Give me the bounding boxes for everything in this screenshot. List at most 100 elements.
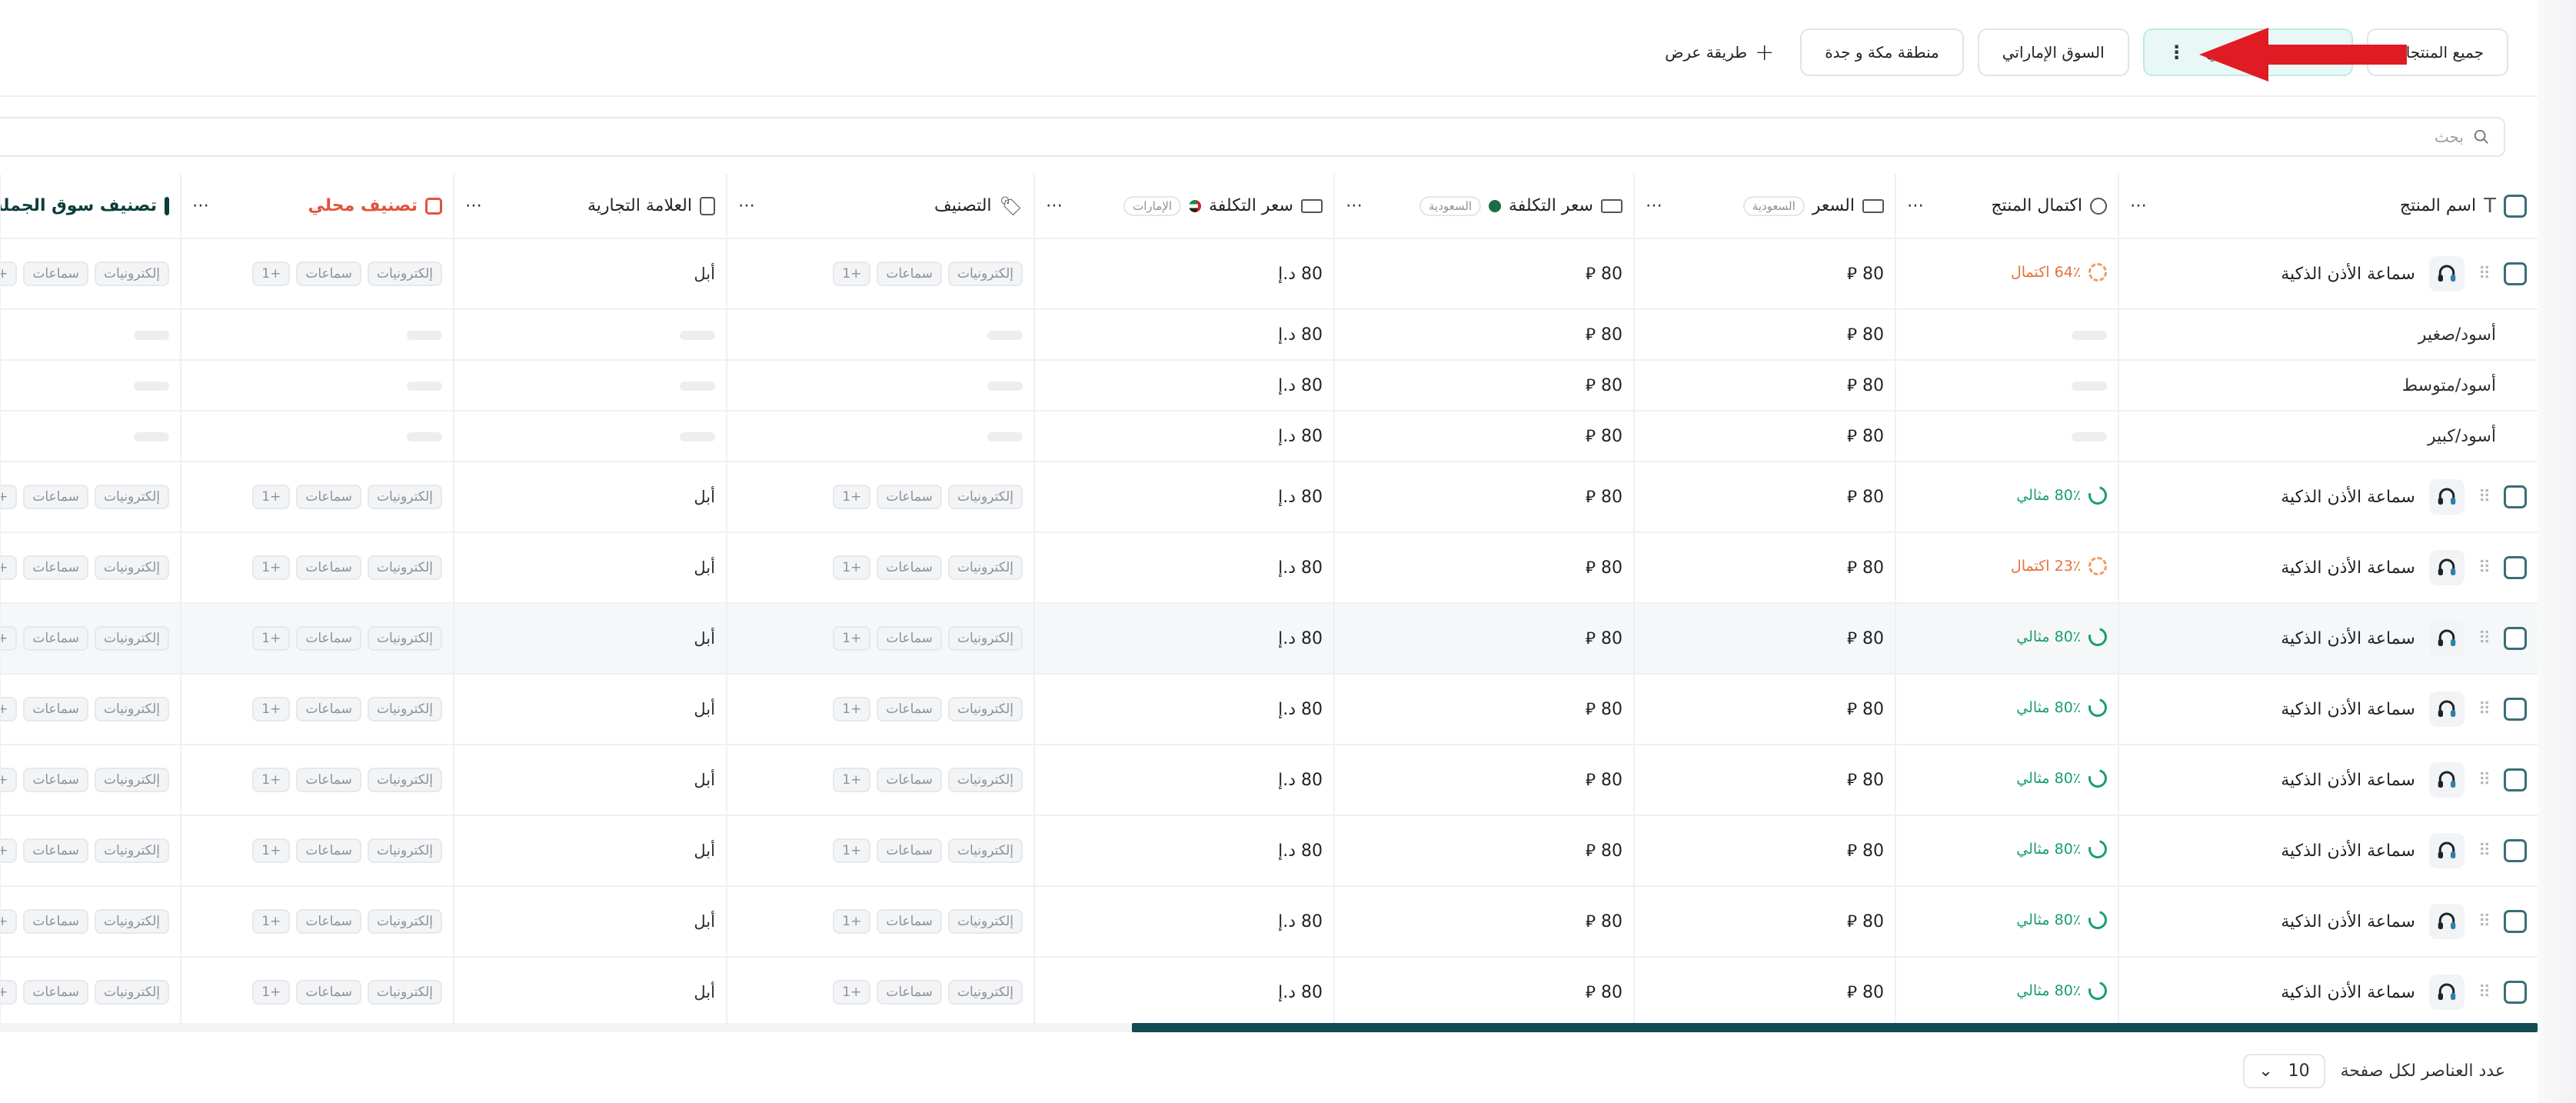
product-name[interactable]: سماعة الأذن الذكية [2281,700,2415,719]
cell-local-category[interactable]: إلكترونياتسماعات+1 [180,462,454,533]
cell-price[interactable]: 80 ⃁ [1633,745,1895,816]
cell-wholesale-category[interactable]: إلكترونياتسماعات+1 [0,462,181,533]
cell-wholesale-category[interactable]: إلكترونياتسماعات+1 [0,815,181,887]
cell-price[interactable]: 80 ⃁ [1633,886,1895,958]
table-row[interactable]: ⠿ سماعة الأذن الذكية 80٪ مثالي 80 ⃁ 80 ⃁ 80 د… [0,603,2538,675]
cell-cost-ae[interactable]: 80 د.إ [1033,309,1334,361]
table-row[interactable]: ⠿ سماعة الأذن الذكية 80٪ مثالي 80 ⃁ 80 ⃁ 80 د… [0,886,2538,958]
cell-cost-ae[interactable]: 80 د.إ [1033,674,1334,745]
cell-category[interactable]: إلكترونياتسماعات+1 [726,462,1034,533]
cell-local-category[interactable]: إلكترونياتسماعات+1 [180,745,454,816]
product-name[interactable]: سماعة الأذن الذكية [2281,912,2415,931]
drag-handle-icon[interactable]: ⠿ [2478,558,2491,578]
chip-more[interactable]: +1 [2,980,18,1005]
select-all-checkbox[interactable] [2504,194,2527,218]
drag-handle-icon[interactable]: ⠿ [2478,983,2491,1002]
cell-cost-sa[interactable]: 80 ⃁ [1333,309,1634,361]
drag-handle-icon[interactable]: ⠿ [2478,629,2491,648]
cell-wholesale-category[interactable]: إلكترونياتسماعات+1 [0,745,181,816]
cell-local-category[interactable]: إلكترونياتسماعات+1 [180,815,454,887]
cell-category[interactable]: إلكترونياتسماعات+1 [726,745,1034,816]
cell-local-category[interactable]: إلكترونياتسماعات+1 [180,957,454,1028]
chip-more[interactable]: +1 [252,262,291,286]
search-input[interactable] [0,127,2465,147]
per-page-select[interactable]: 10 ⌄ [2243,1054,2325,1088]
col-header-cost-sa[interactable]: سعر التكلفة السعودية ⋯ [1333,174,1634,239]
chip-more[interactable]: +1 [252,555,291,580]
cell-category[interactable]: إلكترونياتسماعات+1 [726,674,1034,745]
cell-wholesale-category[interactable]: إلكترونياتسماعات+1 [0,238,181,310]
cell-cost-sa[interactable]: 80 ⃁ [1333,462,1634,533]
cell-cost-ae[interactable]: 80 د.إ [1033,411,1334,462]
chip-more[interactable]: +1 [833,768,871,792]
chip-more[interactable]: +1 [833,697,871,721]
col-header-name[interactable]: T اسم المنتج ⋯ [2118,174,2538,239]
cell-cost-ae[interactable]: 80 د.إ [1033,745,1334,816]
cell-cost-sa[interactable]: 80 ⃁ [1333,674,1634,745]
cell-cost-sa[interactable]: 80 ⃁ [1333,532,1634,604]
table-row[interactable]: ⠿ سماعة الأذن الذكية 80٪ مثالي 80 ⃁ 80 ⃁ 80 د… [0,745,2538,816]
chip-more[interactable]: +1 [252,485,291,509]
horizontal-scrollbar-thumb[interactable] [1132,1023,2538,1032]
row-checkbox[interactable] [2504,698,2527,721]
cell-category[interactable]: إلكترونياتسماعات+1 [726,957,1034,1028]
cell-wholesale-category[interactable]: إلكترونياتسماعات+1 [0,886,181,958]
table-row[interactable]: ⠿ سماعة الأذن الذكية 80٪ مثالي 80 ⃁ 80 ⃁ 80 د… [0,674,2538,745]
row-checkbox[interactable] [2504,910,2527,933]
drag-handle-icon[interactable]: ⠿ [2478,912,2491,931]
chip-more[interactable]: +1 [252,838,291,863]
col-header-wholesale-category[interactable]: تصنيف سوق الجملة ⋯ [0,174,181,239]
product-name[interactable]: سماعة الأذن الذكية [2281,629,2415,648]
table-row[interactable]: ⠿ سماعة الأذن الذكية 80٪ مثالي 80 ⃁ 80 ⃁ 80 د… [0,462,2538,533]
cell-brand[interactable]: أبل [453,886,727,958]
cell-cost-ae[interactable]: 80 د.إ [1033,462,1334,533]
chip-more[interactable]: +1 [833,626,871,651]
variant-row[interactable]: أسود/صغير 80 ⃁ 80 ⃁ 80 د.إ [0,309,2538,361]
row-checkbox[interactable] [2504,839,2527,862]
row-checkbox[interactable] [2504,485,2527,508]
column-menu-icon[interactable]: ⋯ [1646,196,1663,215]
cell-cost-ae[interactable]: 80 د.إ [1033,603,1334,675]
chip-more[interactable]: +1 [833,555,871,580]
cell-brand[interactable]: أبل [453,462,727,533]
chip-more[interactable]: +1 [2,262,18,286]
cell-cost-ae[interactable]: 80 د.إ [1033,238,1334,310]
variant-row[interactable]: أسود/كبير 80 ⃁ 80 ⃁ 80 د.إ [0,411,2538,462]
cell-brand[interactable]: أبل [453,674,727,745]
cell-brand[interactable]: أبل [453,745,727,816]
cell-category[interactable]: إلكترونياتسماعات+1 [726,603,1034,675]
chip-more[interactable]: +1 [2,555,18,580]
cell-category[interactable]: إلكترونياتسماعات+1 [726,532,1034,604]
variant-row[interactable]: أسود/متوسط 80 ⃁ 80 ⃁ 80 د.إ [0,360,2538,412]
row-checkbox[interactable] [2504,262,2527,285]
cell-cost-sa[interactable]: 80 ⃁ [1333,957,1634,1028]
chip-more[interactable]: +1 [833,838,871,863]
cell-price[interactable]: 80 ⃁ [1633,815,1895,887]
cell-cost-ae[interactable]: 80 د.إ [1033,532,1334,604]
cell-brand[interactable]: أبل [453,957,727,1028]
chip-more[interactable]: +1 [833,485,871,509]
cell-price[interactable]: 80 ⃁ [1633,462,1895,533]
cell-local-category[interactable]: إلكترونياتسماعات+1 [180,532,454,604]
cell-price[interactable]: 80 ⃁ [1633,309,1895,361]
cell-cost-ae[interactable]: 80 د.إ [1033,360,1334,412]
chip-more[interactable]: +1 [2,909,18,934]
cell-price[interactable]: 80 ⃁ [1633,674,1895,745]
chip-more[interactable]: +1 [252,980,291,1005]
product-name[interactable]: سماعة الأذن الذكية [2281,771,2415,790]
drag-handle-icon[interactable]: ⠿ [2478,771,2491,790]
drag-handle-icon[interactable]: ⠿ [2478,488,2491,507]
table-row[interactable]: ⠿ سماعة الأذن الذكية 23٪ اكتمال 80 ⃁ 80 ⃁ 80 … [0,532,2538,604]
col-header-price[interactable]: السعر السعودية ⋯ [1633,174,1895,239]
cell-price[interactable]: 80 ⃁ [1633,603,1895,675]
cell-cost-sa[interactable]: 80 ⃁ [1333,886,1634,958]
cell-price[interactable]: 80 ⃁ [1633,360,1895,412]
cell-brand[interactable]: أبل [453,238,727,310]
chip-more[interactable]: +1 [2,485,18,509]
col-header-brand[interactable]: العلامة التجارية ⋯ [453,174,727,239]
cell-wholesale-category[interactable]: إلكترونياتسماعات+1 [0,532,181,604]
drag-handle-icon[interactable]: ⠿ [2478,841,2491,861]
tab-all-products[interactable]: جميع المنتجات [2366,28,2508,76]
col-header-cost-ae[interactable]: سعر التكلفة الإمارات ⋯ [1033,174,1334,239]
table-row[interactable]: ⠿ سماعة الأذن الذكية 80٪ مثالي 80 ⃁ 80 ⃁ 80 د… [0,815,2538,887]
